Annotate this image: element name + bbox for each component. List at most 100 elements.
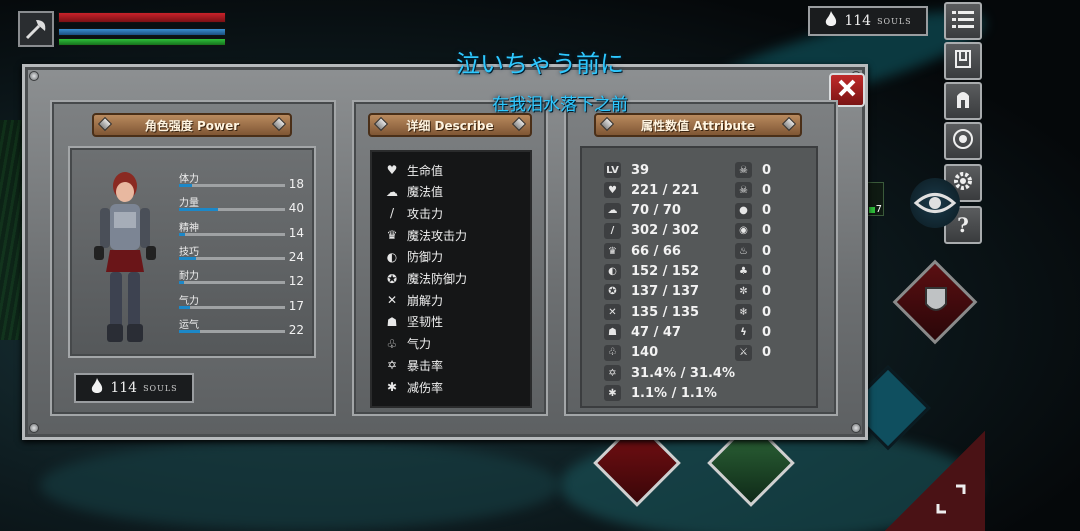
describe-item: ✪ 魔法防御力: [384, 269, 467, 289]
attribute-row: ☁ 70 / 70: [604, 202, 681, 220]
resize-corner-icon[interactable]: [930, 478, 970, 518]
describe-item: ♥ 生命值: [384, 160, 443, 180]
snowflake-icon: ❄: [735, 304, 752, 321]
describe-item-label: 气力: [407, 337, 432, 352]
attribute-header: 属性数值 Attribute: [594, 113, 802, 137]
power-stat-bar: [179, 305, 285, 309]
power-stat-bar: [179, 256, 285, 260]
power-stat-bar: [179, 232, 285, 236]
power-stat-bar: [179, 184, 285, 187]
shield-icon: ◐: [386, 249, 398, 264]
power-stat-value: 12: [288, 274, 304, 289]
souls-count: 114: [844, 13, 872, 29]
attribute-value: 1.1% / 1.1%: [631, 385, 717, 401]
attribute-row: ♥ 221 / 221: [604, 181, 699, 199]
power-stat-label: 体力: [179, 174, 199, 185]
attribute-value: 135 / 135: [631, 304, 700, 320]
attribute-value: 70 / 70: [631, 203, 681, 219]
attribute-row: ◐ 152 / 152: [604, 263, 699, 281]
power-header: 角色强度 Power: [92, 113, 292, 137]
power-stat-value: 14: [288, 225, 304, 240]
attribute-value: 137 / 137: [631, 284, 700, 300]
power-stat-value: 22: [288, 322, 304, 337]
describe-item-label: 暴击率: [407, 358, 444, 373]
attribute-value: 66 / 66: [631, 243, 681, 259]
describe-item-label: 坚韧性: [407, 315, 444, 330]
attribute-value: 152 / 152: [631, 264, 700, 279]
power-stat-value: 40: [288, 201, 304, 216]
attribute-row: ☗ 47 / 47: [604, 323, 681, 341]
attribute-value: 47 / 47: [631, 324, 681, 340]
power-stat-fill: [179, 208, 219, 212]
describe-item-label: 魔法攻击力: [407, 228, 468, 243]
attribute-value: 221 / 221: [631, 182, 700, 198]
resistance-value: 0: [762, 284, 772, 300]
power-stat-fill: [179, 184, 192, 187]
resistance-value: 0: [762, 203, 772, 219]
attribute-value: 140: [631, 345, 659, 361]
badge-icon: ✱: [386, 380, 398, 394]
souls-counter-panel: 114 SOULS: [74, 373, 194, 403]
axe-weapon-icon[interactable]: [18, 11, 54, 47]
resistance-value: 0: [762, 223, 772, 239]
power-stat-label: 运气: [179, 319, 199, 331]
power-stat-value: 17: [288, 298, 304, 313]
brain-icon: ☁: [386, 184, 398, 199]
subtitle-chinese: 在我泪水落下之前: [492, 95, 628, 115]
attribute-row: ✡ 31.4% / 31.4%: [604, 364, 735, 382]
star-burst-icon: ✡: [604, 365, 621, 381]
resistance-row: ● 0: [735, 202, 771, 220]
sword-icon: /: [604, 222, 621, 239]
magic-shield-icon: ✪: [604, 283, 621, 300]
mana-bar: [58, 28, 226, 36]
shield-icon: [924, 286, 948, 318]
attribute-row: ♛ 66 / 66: [604, 242, 681, 260]
level-icon: LV: [604, 162, 621, 178]
describe-item: ✱ 减伤率: [384, 377, 443, 397]
shield-icon: ◐: [604, 263, 621, 280]
attribute-row: ♧ 140: [604, 344, 658, 362]
describe-item: ◐ 防御力: [384, 247, 443, 267]
helmet-icon: ☗: [604, 324, 621, 341]
sword-icon: /: [389, 206, 395, 221]
power-stat-fill: [179, 256, 196, 260]
lungs-icon: ♧: [604, 344, 621, 361]
resistance-row: ☠ 0: [735, 161, 771, 179]
skills-button[interactable]: [944, 122, 982, 160]
resistance-value: 0: [762, 243, 772, 259]
crossed-weapons-icon: ✕: [604, 304, 621, 321]
resistance-row: ♨ 0: [735, 242, 771, 260]
heart-icon: ♥: [386, 163, 398, 177]
describe-header: 详细 Describe: [368, 113, 532, 137]
describe-item: / 攻击力: [384, 203, 443, 223]
fire-icon: ♨: [735, 243, 752, 260]
resistance-row: ☠ 0: [735, 181, 771, 199]
crown-icon: ♛: [386, 228, 398, 243]
describe-item: ✕ 崩解力: [384, 290, 443, 310]
describe-item-label: 生命值: [407, 163, 444, 178]
crossed-weapons-icon: ✕: [386, 293, 398, 308]
souls-label: SOULS: [877, 16, 912, 26]
attribute-row: ✪ 137 / 137: [604, 283, 699, 301]
describe-item: ☁ 魔法值: [384, 182, 443, 202]
attribute-value: 31.4% / 31.4%: [631, 365, 735, 381]
bleed-icon: ◉: [735, 222, 752, 239]
attribute-value: 39: [631, 162, 650, 178]
power-stat-value: 24: [288, 249, 304, 264]
resistance-row: ❄ 0: [735, 303, 771, 321]
magic-shield-icon: ✪: [386, 271, 398, 286]
power-stat-label: 气力: [179, 295, 199, 307]
souls-count: 114: [110, 380, 138, 396]
eye-icon: [913, 193, 957, 213]
resistance-value: 0: [762, 182, 772, 198]
look-button[interactable]: [910, 178, 960, 228]
souls-counter-top: 114 SOULS: [808, 6, 928, 36]
health-bar: [58, 12, 226, 23]
attribute-row: LV 39: [604, 161, 649, 179]
emblem-icon: [952, 128, 974, 154]
heart-icon: ♥: [604, 182, 621, 199]
subtitle-japanese: 泣いちゃう前に: [456, 50, 624, 78]
helmet-icon: ☗: [386, 314, 398, 329]
menu-list-button[interactable]: [944, 2, 982, 40]
poison-skull-icon: ☠: [735, 182, 752, 199]
